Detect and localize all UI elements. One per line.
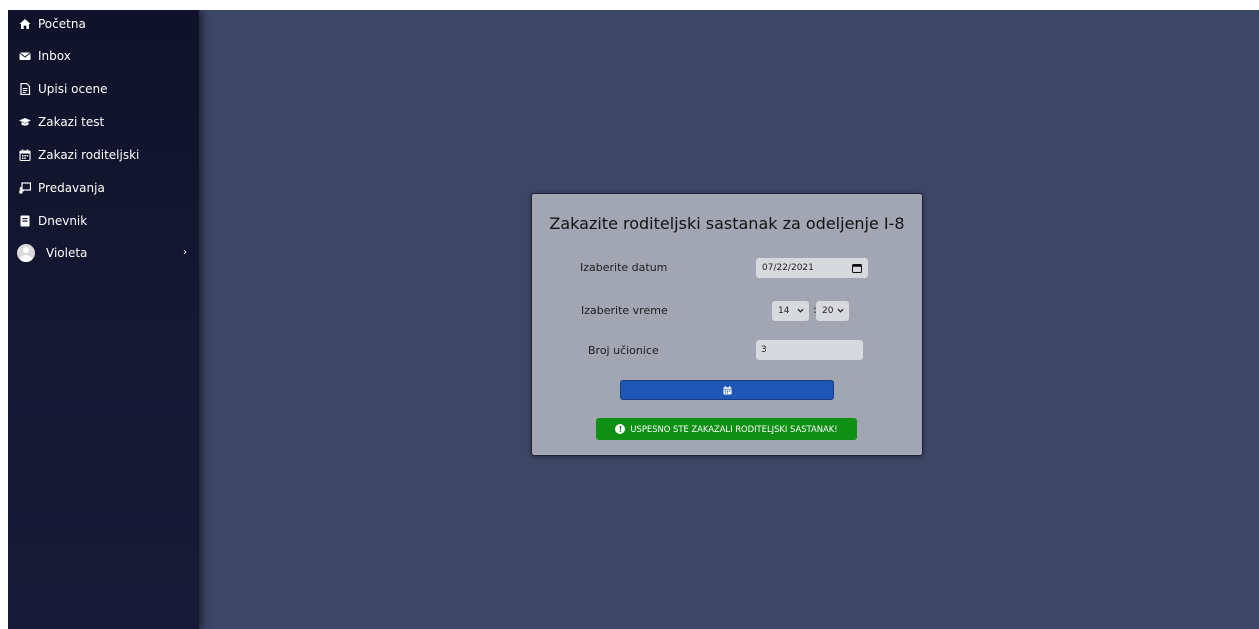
hour-value: 14	[778, 306, 790, 316]
sidebar-user-violeta[interactable]: Violeta ›	[8, 239, 199, 267]
sidebar-item-label: Predavanja	[38, 181, 105, 195]
app-frame: Početna Inbox Upisi ocene Zakazi test Za	[8, 10, 1259, 629]
calendar-icon	[18, 148, 32, 162]
sidebar-item-label: Zakazi roditeljski	[38, 148, 140, 162]
date-label: Izaberite datum	[580, 261, 668, 274]
chevron-right-icon: ›	[183, 247, 187, 258]
sidebar-item-label: Početna	[38, 17, 86, 31]
sidebar-item-label: Inbox	[38, 49, 71, 63]
success-message: USPESNO STE ZAKAZALI RODITELJSKI SASTANA…	[630, 424, 838, 434]
graduation-cap-icon	[18, 115, 32, 129]
date-input[interactable]: 07/22/2021	[756, 258, 868, 278]
sidebar-item-label: Upisi ocene	[38, 82, 108, 96]
minute-value: 20	[822, 306, 834, 316]
schedule-button[interactable]	[620, 380, 834, 400]
hour-select[interactable]: 14	[772, 301, 809, 321]
home-icon	[18, 17, 32, 31]
chevron-down-icon	[837, 308, 844, 313]
date-value: 07/22/2021	[762, 263, 814, 273]
chevron-down-icon	[797, 308, 804, 313]
sidebar-item-label: Zakazi test	[38, 115, 105, 129]
time-label: Izaberite vreme	[581, 304, 668, 317]
envelope-icon	[18, 49, 32, 63]
book-icon	[18, 214, 32, 228]
sidebar-item-upisi-ocene[interactable]: Upisi ocene	[8, 75, 199, 103]
sidebar-item-dnevnik[interactable]: Dnevnik	[8, 207, 199, 235]
room-input[interactable]: 3	[756, 340, 863, 360]
sidebar-item-inbox[interactable]: Inbox	[8, 42, 199, 70]
form-title: Zakazite roditeljski sastanak za odeljen…	[549, 214, 905, 233]
exclamation-circle-icon: !	[615, 424, 626, 434]
sidebar-item-zakazi-roditeljski[interactable]: Zakazi roditeljski	[8, 141, 199, 169]
sidebar-item-zakazi-test[interactable]: Zakazi test	[8, 108, 199, 136]
calendar-icon	[722, 385, 732, 395]
room-label: Broj učionice	[588, 344, 659, 357]
minute-select[interactable]: 20	[816, 301, 849, 321]
sidebar: Početna Inbox Upisi ocene Zakazi test Za	[8, 10, 199, 629]
chalkboard-icon	[18, 181, 32, 195]
room-value: 3	[761, 345, 767, 355]
meeting-form-card: Zakazite roditeljski sastanak za odeljen…	[531, 193, 923, 456]
sidebar-item-predavanja[interactable]: Predavanja	[8, 174, 199, 202]
calendar-picker-icon[interactable]	[852, 263, 862, 273]
sidebar-item-pocetna[interactable]: Početna	[8, 10, 199, 38]
document-icon	[18, 82, 32, 96]
avatar-icon	[17, 244, 35, 262]
success-alert: ! USPESNO STE ZAKAZALI RODITELJSKI SASTA…	[596, 418, 857, 440]
user-name: Violeta	[46, 246, 88, 260]
sidebar-item-label: Dnevnik	[38, 214, 88, 228]
